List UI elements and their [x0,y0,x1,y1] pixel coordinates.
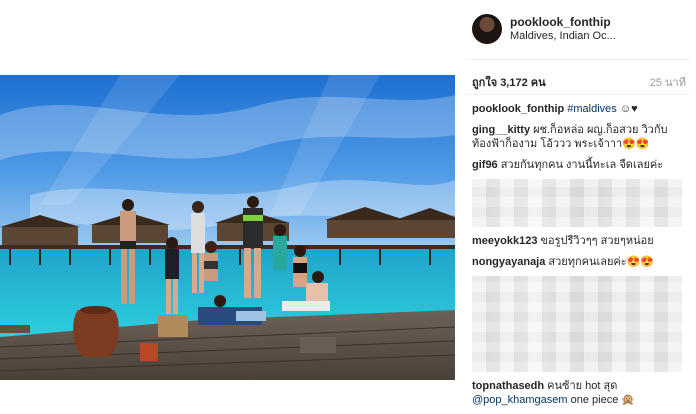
comment-username[interactable]: nongyayanaja [472,256,545,268]
comment-username[interactable]: meeyokk123 [472,235,537,247]
list-item: topnathasedh คนซ้าย hot สุด @pop_khamgase… [472,379,686,407]
post-sidebar: pooklook_fonthip Maldives, Indian Oc... … [466,0,690,406]
comment-username[interactable]: ging__kitty [472,124,530,136]
comment-text: คนซ้าย hot สุด [547,380,618,392]
mention-link[interactable]: @pop_khamgasem [472,394,568,406]
list-item: nongyayanaja สวยทุกคนเลยค่ะ😍😍 [472,255,686,269]
header-divider [466,59,690,60]
hashtag-link[interactable]: #maldives [567,103,617,115]
comment-username[interactable]: gif96 [472,159,498,171]
blurred-comment-block [472,179,682,227]
post-username[interactable]: pooklook_fonthip [510,15,611,29]
comment-text: สวยทุกคนเลยค่ะ😍😍 [548,256,655,268]
list-item: gif96 สวยกันทุกคน งานนี้ทะเล จืดเลยค่ะ [472,158,686,172]
list-item: meeyokk123 ขอรูปรีวิวๆๆ สวยๆหน่อย [472,234,686,248]
post-location[interactable]: Maldives, Indian Oc... [510,30,616,42]
caption: pooklook_fonthip #maldives ☺♥ [472,102,686,116]
blurred-comment-block [472,276,682,372]
comment-text: ขอรูปรีวิวๆๆ สวยๆหน่อย [540,235,654,247]
comment-text: สวยกันทุกคน งานนี้ทะเล จืดเลยค่ะ [500,159,664,171]
post-photo[interactable] [0,75,455,380]
like-count[interactable]: ถูกใจ 3,172 คน [472,73,546,91]
list-item: ging__kitty ผช.ก็อหล่อ ผญ.ก็อสวย วิวกับท้… [472,123,686,151]
likes-divider [466,94,690,95]
post-header: pooklook_fonthip Maldives, Indian Oc... [466,12,690,46]
comment-username[interactable]: topnathasedh [472,380,544,392]
maldives-photo [0,75,455,380]
caption-emoji: ☺♥ [619,103,638,115]
avatar[interactable] [472,14,502,44]
post-time[interactable]: 25 นาที [650,73,686,91]
comment-list: pooklook_fonthip #maldives ☺♥ ging__kitty… [472,102,686,414]
caption-username[interactable]: pooklook_fonthip [472,103,564,115]
comment-text: one piece 🙊 [570,394,636,406]
